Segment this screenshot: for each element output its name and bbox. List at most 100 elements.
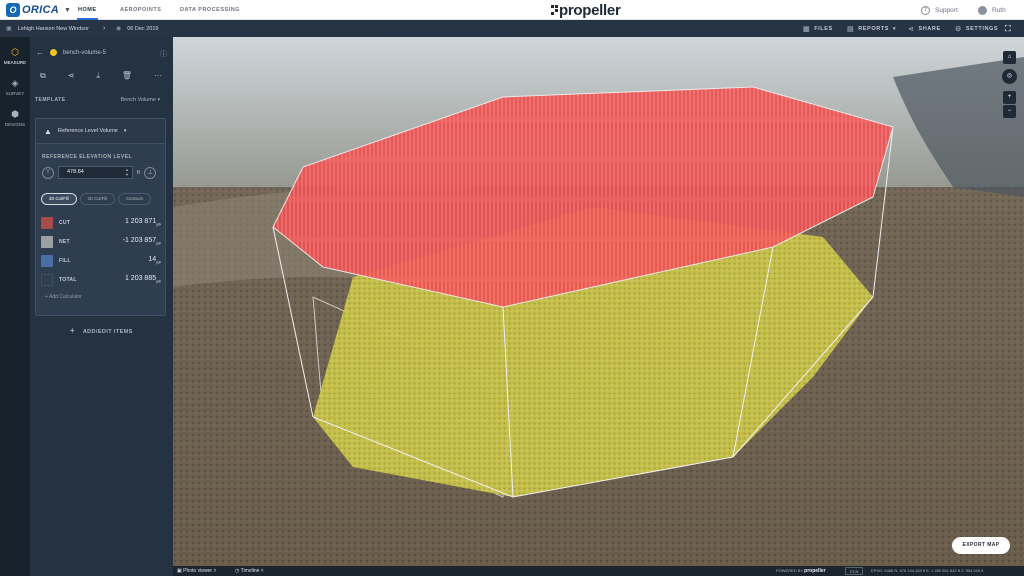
cut-color-swatch[interactable] bbox=[41, 216, 53, 229]
support-link[interactable]: ? Support bbox=[921, 0, 958, 20]
elevation-row: ⊤ 478.84 ▲ ▼ ft ⊥ bbox=[42, 166, 157, 179]
cut-label: CUT bbox=[59, 219, 71, 226]
elevation-input[interactable]: 478.84 ▲ ▼ bbox=[58, 166, 133, 179]
fullscreen-icon[interactable]: ⛶ bbox=[1005, 20, 1011, 37]
lowest-point-icon[interactable]: ⊥ bbox=[144, 166, 157, 179]
site-name: Lehigh Hanson New Windsor bbox=[17, 25, 89, 32]
fill-color-swatch[interactable] bbox=[41, 254, 53, 267]
layers-icon: ◈ bbox=[11, 78, 19, 88]
info-icon[interactable]: ⓘ bbox=[160, 49, 167, 59]
rail-item-survey[interactable]: ◈ SURVEY bbox=[0, 78, 30, 96]
site-icon: ▣ bbox=[6, 26, 12, 32]
template-label: TEMPLATE bbox=[35, 97, 66, 103]
powered-by-brand: propeller bbox=[804, 568, 826, 574]
photo-viewer-toggle[interactable]: ▣ Photo viewer ˄ bbox=[177, 566, 216, 576]
calculator-card: ▲ Reference Level Volume ▾ REFERENCE ELE… bbox=[35, 118, 166, 316]
chevron-down-icon: ▼ bbox=[63, 6, 71, 14]
result-row-net: NET -1 203 857yd³ bbox=[41, 235, 161, 248]
template-value: Bench Volume bbox=[120, 97, 156, 103]
help-icon: ? bbox=[921, 5, 930, 15]
user-name: Ruth bbox=[992, 6, 1006, 14]
export-map-button[interactable]: EXPORT MAP bbox=[952, 537, 1010, 554]
propeller-logo-text: propeller bbox=[559, 2, 621, 19]
3d-map-view[interactable]: ⌂ ◎ + − bbox=[173, 37, 1024, 566]
powered-by-label: POWERED BY bbox=[776, 568, 804, 573]
zoom-out-button[interactable]: − bbox=[1003, 105, 1016, 118]
rail-item-designs[interactable]: ⬢ DESIGNS bbox=[0, 109, 30, 127]
crs-badge[interactable]: ECN bbox=[845, 567, 864, 575]
share-label: SHARE bbox=[918, 25, 941, 32]
terrain-scene[interactable] bbox=[173, 37, 1024, 566]
left-rail: ⬡ MEASURE ◈ SURVEY ⬢ DESIGNS bbox=[0, 37, 30, 576]
pick-elevation-icon[interactable]: ⊤ bbox=[42, 166, 54, 179]
item-color-dot[interactable] bbox=[50, 49, 57, 56]
elevation-unit: ft bbox=[137, 169, 141, 176]
share-icon: ⋖ bbox=[908, 25, 915, 33]
net-color-swatch[interactable] bbox=[41, 235, 53, 248]
item-toolbar: ⧉ ⋖ ⤓ 🗑︎ ··· bbox=[36, 71, 166, 81]
result-row-total: TOTAL 1 203 885yd³ bbox=[41, 273, 161, 286]
pill-contours[interactable]: Contours bbox=[118, 193, 152, 205]
user-menu[interactable]: Ruth bbox=[978, 0, 1006, 20]
top-nav-bar: O ORICA ▼ HOME AEROPOINTS DATA PROCESSIN… bbox=[0, 0, 1024, 20]
zoom-in-button[interactable]: + bbox=[1003, 91, 1016, 104]
stepper-arrows-icon[interactable]: ▲ ▼ bbox=[125, 167, 129, 177]
cut-value: 1 203 871yd³ bbox=[124, 218, 161, 227]
nav-tab-home[interactable]: HOME bbox=[77, 0, 98, 20]
orica-logo[interactable]: O ORICA ▼ bbox=[6, 3, 71, 17]
share-button[interactable]: ⋖ SHARE bbox=[908, 20, 941, 37]
download-icon[interactable]: ⤓ bbox=[96, 71, 100, 81]
settings-button[interactable]: ⚙ SETTINGS bbox=[955, 20, 998, 37]
compass-icon[interactable]: ◎ bbox=[1002, 69, 1017, 84]
fill-label: FILL bbox=[59, 257, 71, 264]
plus-icon: + bbox=[70, 326, 76, 335]
share-icon[interactable]: ⋖ bbox=[68, 71, 75, 81]
item-name[interactable]: bench-volume-5 bbox=[63, 50, 106, 56]
nav-tab-data-processing[interactable]: DATA PROCESSING bbox=[180, 0, 240, 20]
reports-button[interactable]: ▤ REPORTS ▾ bbox=[847, 20, 896, 37]
fill-value: 14yd³ bbox=[148, 256, 161, 265]
rail-label-survey: SURVEY bbox=[5, 91, 25, 96]
calculator-header[interactable]: ▲ Reference Level Volume ▾ bbox=[36, 119, 165, 144]
total-label: TOTAL bbox=[59, 276, 77, 283]
elevation-value: 478.84 bbox=[67, 169, 84, 175]
photo-viewer-label: Photo viewer bbox=[183, 568, 213, 574]
copy-icon[interactable]: ⧉ bbox=[40, 71, 46, 81]
add-edit-items-button[interactable]: + ADD/EDIT ITEMS bbox=[70, 326, 133, 335]
reports-icon: ▤ bbox=[847, 25, 855, 33]
nav-tab-aeropoints[interactable]: AEROPOINTS bbox=[120, 0, 161, 20]
add-calculator-button[interactable]: + Add Calculator bbox=[45, 294, 82, 300]
powered-by: POWERED BY propeller bbox=[776, 566, 826, 576]
trash-icon[interactable]: 🗑︎ bbox=[122, 71, 132, 81]
coordinate-readout: EPSG: 6488 N: 676 144.163 ft E: 1 280 96… bbox=[871, 568, 984, 573]
measure-icon: ⬡ bbox=[11, 47, 19, 57]
add-edit-items-label: ADD/EDIT ITEMS bbox=[82, 329, 133, 335]
more-icon[interactable]: ··· bbox=[154, 71, 162, 81]
files-button[interactable]: ▦ FILES bbox=[803, 20, 833, 37]
back-arrow-icon[interactable]: ← bbox=[36, 48, 44, 57]
chevron-up-icon: ˄ bbox=[212, 568, 217, 574]
pill-2d-cut-fill[interactable]: 2D Cut/Fill bbox=[79, 193, 116, 205]
date-selector[interactable]: ◉ 06 Dec 2019 bbox=[116, 20, 158, 37]
chevron-down-icon: ▾ bbox=[123, 128, 127, 134]
rail-label-designs: DESIGNS bbox=[4, 122, 26, 127]
propeller-mark-icon bbox=[551, 5, 558, 16]
calculator-body: REFERENCE ELEVATION LEVEL ⊤ 478.84 ▲ ▼ ft… bbox=[36, 144, 165, 315]
pill-3d-cut-fill[interactable]: 3D Cut/Fill bbox=[41, 193, 77, 205]
survey-date: 06 Dec 2019 bbox=[127, 25, 159, 32]
rail-item-measure[interactable]: ⬡ MEASURE bbox=[0, 47, 30, 65]
chevron-down-icon: ▾ bbox=[893, 25, 897, 32]
rail-label-measure: MEASURE bbox=[3, 60, 27, 65]
template-select[interactable]: Bench Volume ▾ bbox=[120, 97, 160, 103]
propeller-logo: propeller bbox=[551, 2, 621, 19]
site-selector[interactable]: ▣ Lehigh Hanson New Windsor bbox=[6, 20, 89, 37]
reference-elevation-label: REFERENCE ELEVATION LEVEL bbox=[42, 154, 133, 160]
globe-icon: ◉ bbox=[116, 26, 122, 32]
total-color-swatch bbox=[41, 273, 53, 286]
calculator-title: Reference Level Volume bbox=[57, 128, 118, 134]
reports-label: REPORTS bbox=[858, 25, 890, 32]
timeline-toggle[interactable]: ◷ Timeline ˄ bbox=[235, 566, 264, 576]
result-row-cut: CUT 1 203 871yd³ bbox=[41, 216, 161, 229]
settings-label: SETTINGS bbox=[965, 25, 999, 32]
home-view-icon[interactable]: ⌂ bbox=[1003, 51, 1016, 64]
